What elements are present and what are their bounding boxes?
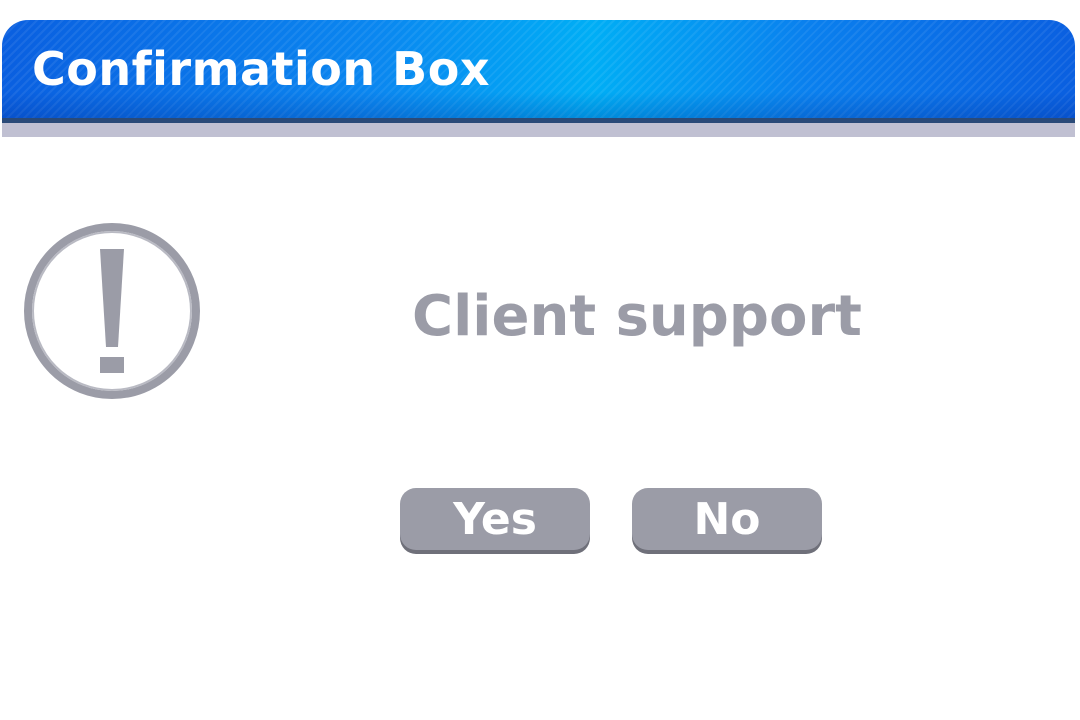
- yes-button-label: Yes: [453, 493, 537, 545]
- confirmation-dialog: Confirmation Box Client support Yes No: [0, 0, 1080, 720]
- dialog-titlebar: Confirmation Box: [2, 20, 1075, 118]
- no-button[interactable]: No: [632, 488, 822, 550]
- titlebar-divider: [2, 123, 1075, 137]
- no-button-label: No: [693, 493, 761, 545]
- dialog-message: Client support: [412, 284, 862, 349]
- exclamation-circle-icon: [24, 223, 200, 399]
- dialog-title: Confirmation Box: [32, 42, 491, 96]
- yes-button[interactable]: Yes: [400, 488, 590, 550]
